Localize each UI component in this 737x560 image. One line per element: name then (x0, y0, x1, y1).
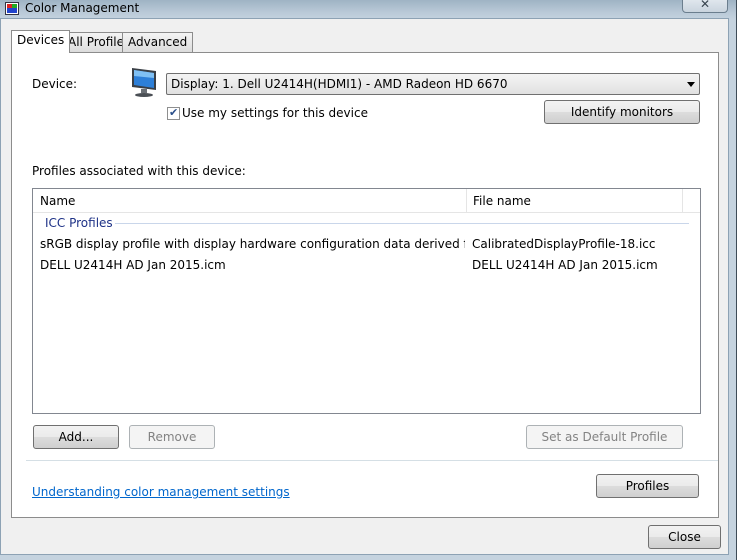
profile-name: DELL U2414H AD Jan 2015.icm (40, 258, 226, 272)
group-divider (115, 223, 689, 224)
profiles-button[interactable]: Profiles (596, 474, 699, 498)
chevron-down-icon (687, 82, 695, 87)
tab-advanced[interactable]: Advanced (122, 32, 194, 52)
list-item[interactable]: DELL U2414H AD Jan 2015.icm DELL U2414H … (33, 256, 700, 276)
list-header: Name File name (33, 189, 700, 213)
device-select[interactable]: Display: 1. Dell U2414H(HDMI1) - AMD Rad… (166, 73, 700, 95)
color-management-window: Color Management ✕ Devices All Profiles … (0, 0, 737, 560)
tab-devices[interactable]: Devices (11, 30, 71, 53)
checkmark-icon: ✔ (169, 106, 179, 119)
group-icc-profiles: ICC Profiles (45, 216, 113, 230)
use-my-settings-label[interactable]: Use my settings for this device (182, 106, 368, 120)
use-my-settings-checkbox[interactable]: ✔ (167, 106, 180, 120)
title-close-button[interactable]: ✕ (682, 0, 728, 13)
profiles-list[interactable]: Name File name ICC Profiles sRGB display… (32, 188, 701, 414)
window-title: Color Management (25, 1, 140, 15)
profile-file-name: DELL U2414H AD Jan 2015.icm (472, 258, 658, 272)
device-label: Device: (32, 77, 78, 91)
remove-profile-button[interactable]: Remove (129, 425, 215, 449)
column-file-name-header[interactable]: File name (466, 189, 682, 212)
monitor-icon (132, 68, 156, 97)
title-bar[interactable]: Color Management ✕ (0, 0, 737, 18)
identify-monitors-button[interactable]: Identify monitors (544, 100, 700, 124)
set-default-profile-button[interactable]: Set as Default Profile (526, 425, 683, 449)
list-item[interactable]: sRGB display profile with display hardwa… (33, 235, 700, 255)
column-name-header[interactable]: Name (33, 189, 466, 212)
column-separator[interactable] (682, 189, 683, 212)
profiles-section-label: Profiles associated with this device: (32, 164, 246, 178)
profile-name: sRGB display profile with display hardwa… (40, 237, 465, 251)
profile-file-name: CalibratedDisplayProfile-18.icc (472, 237, 656, 251)
add-profile-button[interactable]: Add... (33, 425, 119, 449)
color-management-app-icon (5, 2, 19, 15)
understanding-color-management-link[interactable]: Understanding color management settings (32, 485, 290, 499)
close-button[interactable]: Close (648, 525, 721, 549)
device-select-value: Display: 1. Dell U2414H(HDMI1) - AMD Rad… (171, 77, 508, 91)
section-divider (26, 460, 718, 461)
